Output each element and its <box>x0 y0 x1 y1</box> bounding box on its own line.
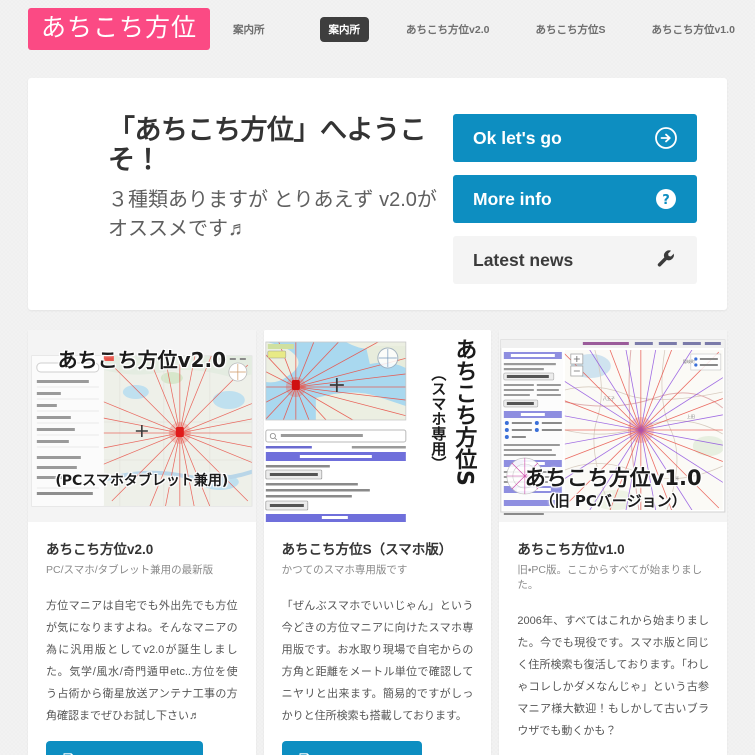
svg-text:秋川市: 秋川市 <box>613 469 625 475</box>
wrench-icon <box>655 249 677 271</box>
hero-panel: 「あちこち方位」へようこそ！ ３種類ありますが とりあえず v2.0がオススメで… <box>28 78 727 310</box>
card-s-cta-button[interactable]: あちこち方位S <box>281 741 423 755</box>
ok-lets-go-button[interactable]: Ok let's go <box>453 114 697 162</box>
thumbnail-image-v20 <box>28 330 256 522</box>
more-info-label: More info <box>473 188 552 209</box>
card-s-thumbnail[interactable]: あちこち方位S （スマホ専用） <box>263 330 492 522</box>
ok-lets-go-label: Ok let's go <box>473 127 562 148</box>
nav-item-v10[interactable]: あちこち方位v1.0 <box>642 17 743 42</box>
card-v20[interactable]: あちこち方位v2.0 (PCスマホタブレット兼用) あちこち方位v2.0 PC/… <box>28 330 256 755</box>
svg-text:上田: 上田 <box>687 413 695 419</box>
card-v10-subtitle: 旧・PC版。ここからすべてが始まりました。 <box>517 564 703 591</box>
nav-item-s[interactable]: あちこち方位S <box>526 17 614 42</box>
card-v20-cta-button[interactable]: あちこち方位v2.0 <box>46 741 204 755</box>
question-circle-icon: ? <box>655 188 677 210</box>
arrow-right-circle-icon <box>655 127 677 149</box>
hero-subtitle: ３種類ありますが とりあえず v2.0がオススメです♬ <box>108 189 437 241</box>
card-v10[interactable]: 隠岐町 八王子 上田 秋川市 市原 あちこち方位v1.0 （旧 PCバージョン） あち… <box>499 330 728 755</box>
card-v10-description: 2006年、すべてはこれから始まりました。今でも現役です。スマホ版と同じく住所検… <box>517 615 710 737</box>
hero-title: 「あちこち方位」へようこそ！ <box>108 115 427 177</box>
latest-news-label: Latest news <box>473 249 574 270</box>
hero-cta-group: Ok let's go More info ? Latest news <box>453 112 697 284</box>
svg-text:隠岐町: 隠岐町 <box>683 358 695 364</box>
card-s-title: あちこち方位S（スマホ版） <box>281 542 453 557</box>
card-v20-thumbnail[interactable]: あちこち方位v2.0 (PCスマホタブレット兼用) <box>28 330 256 522</box>
card-s-subtitle: かつてのスマホ専用版です <box>281 564 408 576</box>
card-s-thumb-caption-top: あちこち方位S <box>451 338 477 486</box>
hero-text-block: 「あちこち方位」へようこそ！ ３種類ありますが とりあえず v2.0がオススメで… <box>58 112 453 244</box>
latest-news-button[interactable]: Latest news <box>453 236 697 284</box>
svg-text:?: ? <box>662 193 670 208</box>
product-card-grid: あちこち方位v2.0 (PCスマホタブレット兼用) あちこち方位v2.0 PC/… <box>28 330 728 755</box>
nav-item-list: 案内所 あちこち方位v2.0 あちこち方位S あちこち方位v1.0 あちこち方位… <box>319 16 755 42</box>
nav-item-v20[interactable]: あちこち方位v2.0 <box>397 17 498 42</box>
card-s[interactable]: あちこち方位S （スマホ専用） あちこち方位S（スマホ版） かつてのスマホ専用版… <box>263 330 492 755</box>
site-header: あちこち方位 案内所 案内所 あちこち方位v2.0 あちこち方位S あちこち方位… <box>0 0 755 58</box>
card-v10-body: あちこち方位v1.0 旧・PC版。ここからすべてが始まりました。 2006年、す… <box>499 522 727 755</box>
svg-text:市原: 市原 <box>671 475 679 481</box>
card-v10-title: あちこち方位v1.0 <box>517 542 625 557</box>
card-v10-thumbnail[interactable]: 隠岐町 八王子 上田 秋川市 市原 あちこち方位v1.0 （旧 PCバージョン） <box>499 330 728 522</box>
card-s-description: 「ぜんぶスマホでいいじゃん」という今どきの方位マニアに向けたスマホ専用版です。お… <box>281 600 474 722</box>
card-s-body: あちこち方位S（スマホ版） かつてのスマホ専用版です 「ぜんぶスマホでいいじゃん… <box>264 522 492 755</box>
main-nav: 案内所 案内所 あちこち方位v2.0 あちこち方位S あちこち方位v1.0 あち… <box>224 16 755 42</box>
card-v20-description: 方位マニアは自宅でも外出先でも方位が気になりますよね。そんなマニアの為に汎用版と… <box>46 600 238 722</box>
card-v20-body: あちこち方位v2.0 PC/スマホ/タブレット兼用の最新版 方位マニアは自宅でも… <box>28 522 256 755</box>
thumbnail-image-v10: 隠岐町八王子上田 秋川市市原 <box>499 330 728 522</box>
more-info-button[interactable]: More info ? <box>453 175 697 223</box>
nav-brand-link[interactable]: 案内所 <box>224 17 274 42</box>
card-s-thumb-caption-bottom: （スマホ専用） <box>429 366 448 471</box>
card-v20-subtitle: PC/スマホ/タブレット兼用の最新版 <box>46 564 214 576</box>
site-logo[interactable]: あちこち方位 <box>28 8 211 50</box>
card-v20-title: あちこち方位v2.0 <box>46 542 154 557</box>
nav-item-annaijo[interactable]: 案内所 <box>319 16 370 42</box>
svg-text:八王子: 八王子 <box>603 395 615 401</box>
